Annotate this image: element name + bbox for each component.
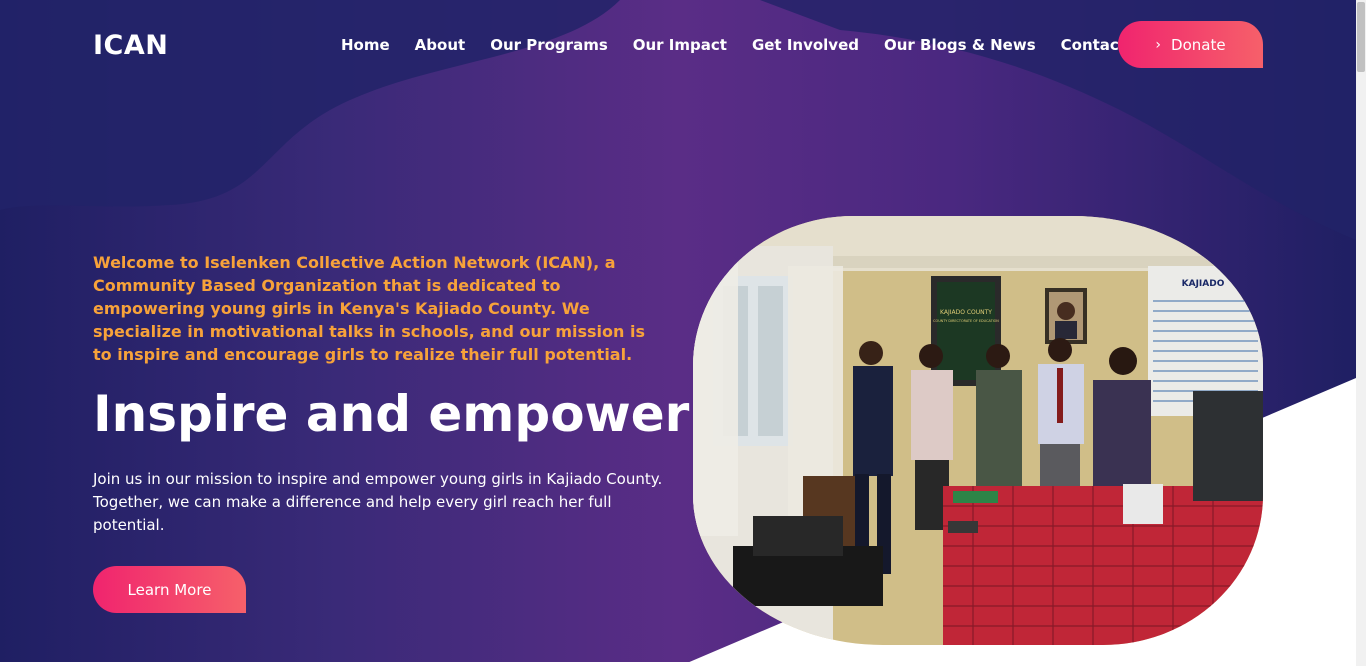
chevron-right-icon: › — [1155, 36, 1162, 53]
hero-photo: KAJIADO COUNTY COUNTY DIRECTORATE OF EDU… — [693, 216, 1263, 645]
hero-subtext: Join us in our mission to inspire and em… — [93, 470, 663, 534]
learn-more-button[interactable]: Learn More — [93, 566, 246, 613]
hero-headline: Inspire and empower — [93, 385, 690, 443]
nav-item-home[interactable]: Home — [341, 36, 390, 54]
learn-more-label: Learn More — [127, 580, 212, 599]
site-logo[interactable]: ICAN — [93, 30, 168, 61]
donate-button[interactable]: › Donate — [1118, 21, 1263, 68]
page-bottom-edge — [0, 662, 1356, 666]
nav-item-blogs-news[interactable]: Our Blogs & News — [884, 36, 1036, 54]
nav-item-get-involved[interactable]: Get Involved — [752, 36, 859, 54]
main-nav: Home About Our Programs Our Impact Get I… — [341, 36, 1177, 54]
page-scrollbar[interactable] — [1356, 0, 1366, 666]
donate-label: Donate — [1171, 35, 1226, 54]
nav-item-our-impact[interactable]: Our Impact — [633, 36, 727, 54]
intro-text: Welcome to Iselenken Collective Action N… — [93, 253, 645, 364]
office-group-photo: KAJIADO COUNTY COUNTY DIRECTORATE OF EDU… — [693, 216, 1263, 645]
nav-item-our-programs[interactable]: Our Programs — [490, 36, 608, 54]
scrollbar-thumb[interactable] — [1357, 2, 1365, 72]
nav-item-about[interactable]: About — [415, 36, 466, 54]
